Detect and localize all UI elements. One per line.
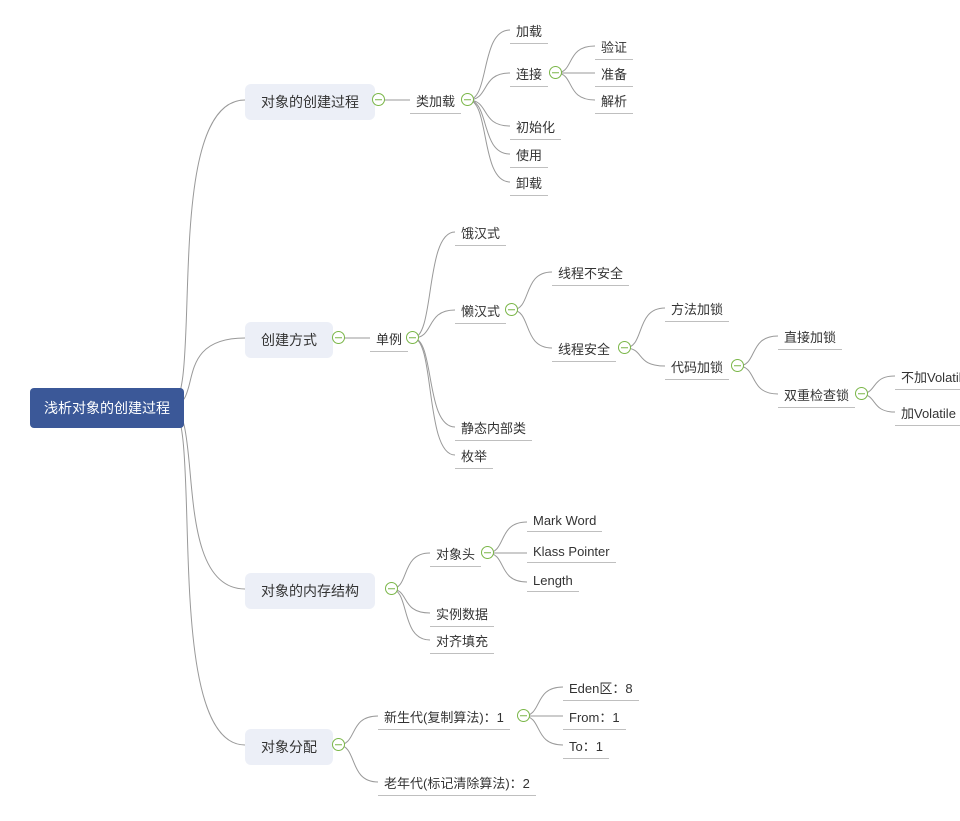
leaf-label: 连接 bbox=[516, 67, 542, 82]
collapse-icon[interactable] bbox=[406, 331, 419, 344]
node-old-gen[interactable]: 老年代(标记清除算法)：2 bbox=[378, 770, 536, 796]
leaf-label: 不加Volatile bbox=[901, 370, 960, 385]
collapse-icon[interactable] bbox=[731, 359, 744, 372]
node-thread-unsafe[interactable]: 线程不安全 bbox=[552, 260, 629, 286]
leaf-label: 直接加锁 bbox=[784, 330, 836, 345]
branch-label: 对象的内存结构 bbox=[261, 583, 359, 599]
node-eager[interactable]: 饿汉式 bbox=[455, 220, 506, 246]
node-to[interactable]: To：1 bbox=[563, 733, 609, 759]
leaf-label: 卸载 bbox=[516, 176, 542, 191]
node-method-lock[interactable]: 方法加锁 bbox=[665, 296, 729, 322]
leaf-label: 懒汉式 bbox=[461, 304, 500, 319]
node-dcl[interactable]: 双重检查锁 bbox=[778, 382, 855, 408]
node-use[interactable]: 使用 bbox=[510, 142, 548, 168]
node-thread-safe[interactable]: 线程安全 bbox=[552, 336, 616, 362]
leaf-label: Mark Word bbox=[533, 513, 596, 528]
leaf-label: 线程安全 bbox=[558, 342, 610, 357]
collapse-icon[interactable] bbox=[332, 738, 345, 751]
node-eden[interactable]: Eden区：8 bbox=[563, 675, 639, 701]
node-resolve[interactable]: 解析 bbox=[595, 88, 633, 114]
node-verify[interactable]: 验证 bbox=[595, 34, 633, 60]
branch-creation-process[interactable]: 对象的创建过程 bbox=[245, 84, 375, 120]
node-length[interactable]: Length bbox=[527, 570, 579, 592]
leaf-label: 类加载 bbox=[416, 94, 455, 109]
node-unload[interactable]: 卸载 bbox=[510, 170, 548, 196]
node-prepare[interactable]: 准备 bbox=[595, 61, 633, 87]
leaf-label: To：1 bbox=[569, 739, 603, 754]
node-singleton[interactable]: 单例 bbox=[370, 326, 408, 352]
node-direct-lock[interactable]: 直接加锁 bbox=[778, 324, 842, 350]
node-padding[interactable]: 对齐填充 bbox=[430, 628, 494, 654]
branch-label: 对象的创建过程 bbox=[261, 94, 359, 110]
branch-label: 创建方式 bbox=[261, 332, 317, 348]
node-from[interactable]: From：1 bbox=[563, 704, 626, 730]
node-no-volatile[interactable]: 不加Volatile bbox=[895, 364, 960, 390]
node-object-header[interactable]: 对象头 bbox=[430, 541, 481, 567]
node-instance-data[interactable]: 实例数据 bbox=[430, 601, 494, 627]
node-code-lock[interactable]: 代码加锁 bbox=[665, 354, 729, 380]
leaf-label: 对齐填充 bbox=[436, 634, 488, 649]
root-label: 浅析对象的创建过程 bbox=[44, 400, 170, 416]
leaf-label: 加Volatile bbox=[901, 406, 956, 421]
leaf-label: 解析 bbox=[601, 94, 627, 109]
node-init[interactable]: 初始化 bbox=[510, 114, 561, 140]
collapse-icon[interactable] bbox=[332, 331, 345, 344]
leaf-label: Klass Pointer bbox=[533, 544, 610, 559]
branch-label: 对象分配 bbox=[261, 739, 317, 755]
leaf-label: 老年代(标记清除算法)：2 bbox=[384, 776, 530, 791]
leaf-label: 静态内部类 bbox=[461, 421, 526, 436]
node-classload[interactable]: 类加载 bbox=[410, 88, 461, 114]
leaf-label: 单例 bbox=[376, 332, 402, 347]
collapse-icon[interactable] bbox=[618, 341, 631, 354]
leaf-label: 使用 bbox=[516, 148, 542, 163]
leaf-label: 线程不安全 bbox=[558, 266, 623, 281]
collapse-icon[interactable] bbox=[481, 546, 494, 559]
leaf-label: 代码加锁 bbox=[671, 360, 723, 375]
collapse-icon[interactable] bbox=[517, 709, 530, 722]
node-volatile[interactable]: 加Volatile bbox=[895, 400, 960, 426]
collapse-icon[interactable] bbox=[385, 582, 398, 595]
leaf-label: 验证 bbox=[601, 40, 627, 55]
leaf-label: 方法加锁 bbox=[671, 302, 723, 317]
leaf-label: 初始化 bbox=[516, 120, 555, 135]
leaf-label: 枚举 bbox=[461, 449, 487, 464]
node-link[interactable]: 连接 bbox=[510, 61, 548, 87]
node-klass-pointer[interactable]: Klass Pointer bbox=[527, 541, 616, 563]
root-node[interactable]: 浅析对象的创建过程 bbox=[30, 388, 184, 428]
node-static-inner[interactable]: 静态内部类 bbox=[455, 415, 532, 441]
node-load[interactable]: 加载 bbox=[510, 18, 548, 44]
leaf-label: 饿汉式 bbox=[461, 226, 500, 241]
branch-allocation[interactable]: 对象分配 bbox=[245, 729, 333, 765]
leaf-label: 对象头 bbox=[436, 547, 475, 562]
branch-creation-mode[interactable]: 创建方式 bbox=[245, 322, 333, 358]
collapse-icon[interactable] bbox=[372, 93, 385, 106]
collapse-icon[interactable] bbox=[461, 93, 474, 106]
node-young-gen[interactable]: 新生代(复制算法)：1 bbox=[378, 704, 510, 730]
node-enum[interactable]: 枚举 bbox=[455, 443, 493, 469]
collapse-icon[interactable] bbox=[505, 303, 518, 316]
leaf-label: From：1 bbox=[569, 710, 620, 725]
node-mark-word[interactable]: Mark Word bbox=[527, 510, 602, 532]
leaf-label: Eden区：8 bbox=[569, 681, 633, 696]
branch-memory-structure[interactable]: 对象的内存结构 bbox=[245, 573, 375, 609]
leaf-label: 加载 bbox=[516, 24, 542, 39]
leaf-label: 双重检查锁 bbox=[784, 388, 849, 403]
leaf-label: Length bbox=[533, 573, 573, 588]
leaf-label: 新生代(复制算法)：1 bbox=[384, 710, 504, 725]
leaf-label: 实例数据 bbox=[436, 607, 488, 622]
collapse-icon[interactable] bbox=[549, 66, 562, 79]
collapse-icon[interactable] bbox=[855, 387, 868, 400]
node-lazy[interactable]: 懒汉式 bbox=[455, 298, 506, 324]
leaf-label: 准备 bbox=[601, 67, 627, 82]
